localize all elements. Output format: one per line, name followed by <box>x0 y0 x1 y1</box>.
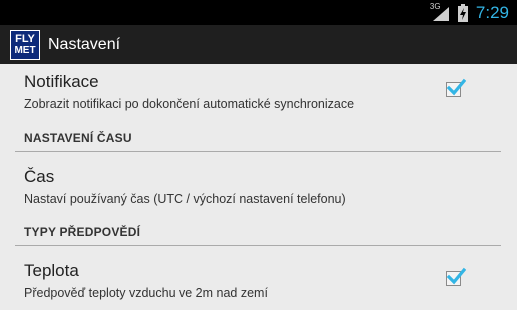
preferences-list: Notifikace Zobrazit notifikaci po dokonč… <box>0 64 517 310</box>
status-indicators: 3G 7:29 <box>430 0 509 25</box>
checkmark-icon <box>446 78 466 96</box>
checkmark-icon <box>446 267 466 285</box>
notifikace-checkbox[interactable] <box>446 78 466 97</box>
pref-item-cas[interactable]: Čas Nastaví používaný čas (UTC / výchozí… <box>24 167 494 207</box>
pref-item-notifikace[interactable]: Notifikace Zobrazit notifikaci po dokonč… <box>24 72 494 112</box>
status-bar: 3G 7:29 <box>0 0 517 25</box>
battery-icon <box>457 3 468 22</box>
category-divider <box>15 151 501 152</box>
pref-title: Teplota <box>24 261 79 280</box>
pref-title: Čas <box>24 167 55 186</box>
logo-text-bottom: MET <box>14 44 36 56</box>
category-header-forecast: TYPY PŘEDPOVĚDÍ <box>24 225 141 239</box>
category-header-time: NASTAVENÍ ČASU <box>24 131 132 145</box>
app-logo-icon[interactable]: FLY MET <box>10 29 40 60</box>
category-divider <box>15 245 501 246</box>
clock: 7:29 <box>475 3 509 22</box>
page-title: Nastavení <box>48 35 121 53</box>
action-bar: FLY MET Nastavení <box>0 25 517 64</box>
pref-summary: Zobrazit notifikaci po dokončení automat… <box>24 97 355 111</box>
signal-icon: 3G <box>430 2 452 23</box>
pref-summary: Předpověď teploty vzduchu ve 2m nad zemí <box>24 286 268 300</box>
logo-text-top: FLY <box>15 32 35 45</box>
pref-item-teplota[interactable]: Teplota Předpověď teploty vzduchu ve 2m … <box>24 261 494 301</box>
pref-summary: Nastaví používaný čas (UTC / výchozí nas… <box>24 192 346 206</box>
teplota-checkbox[interactable] <box>446 267 466 286</box>
pref-title: Notifikace <box>24 72 99 91</box>
